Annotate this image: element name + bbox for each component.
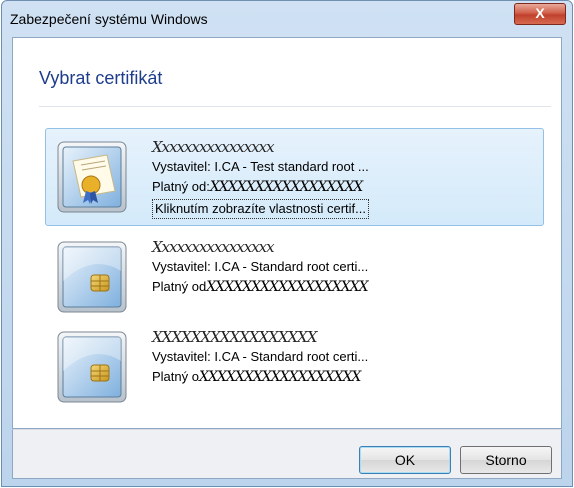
certificate-item-3[interactable]: XXXXXXXXXXXXXXXXX Vystavitel: I.CA - Sta… (45, 318, 544, 416)
button-bar: OK Storno (12, 429, 562, 479)
certificate-validity: Platný od:XXXXXXXXXXXXXXXXX (152, 177, 542, 197)
certificate-issuer: Vystavitel: I.CA - Standard root certi..… (152, 349, 369, 364)
validity-value: XXXXXXXXXXXXXXXXXX (198, 369, 361, 385)
certificate-details-3: XXXXXXXXXXXXXXXXX Vystavitel: I.CA - Sta… (152, 327, 542, 387)
validity-label: Platný od (152, 279, 207, 294)
dialog-window: Zabezpečení systému Windows X Vybrat cer… (1, 0, 573, 487)
smartcard-chip-icon (57, 241, 127, 313)
certificate-details-2: Xxxxxxxxxxxxxxxx Vystavitel: I.CA - Stan… (152, 237, 542, 297)
dialog-heading: Vybrat certifikát (39, 68, 163, 88)
certificate-validity: Platný odXXXXXXXXXXXXXXXXXX (152, 277, 542, 297)
smartcard-chip-icon (57, 331, 127, 403)
certificate-seal-icon (57, 141, 127, 213)
close-icon: X (535, 5, 545, 21)
validity-label: Platný od: (152, 179, 210, 194)
certificate-item-1[interactable]: Xxxxxxxxxxxxxxxx Vystavitel: I.CA - Test… (45, 128, 544, 226)
certificate-item-2[interactable]: Xxxxxxxxxxxxxxxx Vystavitel: I.CA - Stan… (45, 228, 544, 326)
validity-value: XXXXXXXXXXXXXXXXX (209, 179, 363, 195)
certificate-issuer: Vystavitel: I.CA - Standard root certi..… (152, 259, 369, 274)
certificate-issuer: Vystavitel: I.CA - Test standard root ..… (152, 159, 369, 174)
certificate-details-1: Xxxxxxxxxxxxxxxx Vystavitel: I.CA - Test… (152, 137, 542, 219)
certificate-name: Xxxxxxxxxxxxxxxx (152, 238, 275, 256)
title-bar[interactable]: Zabezpečení systému Windows X (2, 1, 572, 37)
cancel-button[interactable]: Storno (460, 446, 552, 474)
dialog-content: Vybrat certifikát Xxxxxxxxxxxxxxxx Vysta… (12, 37, 562, 429)
close-button[interactable]: X (514, 3, 566, 25)
certificate-properties-link[interactable]: Kliknutím zobrazíte vlastnosti certif... (152, 199, 369, 219)
certificate-name: XXXXXXXXXXXXXXXXX (152, 328, 318, 346)
certificate-validity: Platný oXXXXXXXXXXXXXXXXXX (152, 367, 542, 387)
ok-button[interactable]: OK (359, 446, 451, 474)
validity-value: XXXXXXXXXXXXXXXXXX (206, 279, 368, 295)
validity-label: Platný o (152, 369, 199, 384)
heading-separator (39, 106, 551, 107)
window-title: Zabezpečení systému Windows (10, 11, 208, 27)
certificate-name: Xxxxxxxxxxxxxxxx (152, 138, 275, 156)
